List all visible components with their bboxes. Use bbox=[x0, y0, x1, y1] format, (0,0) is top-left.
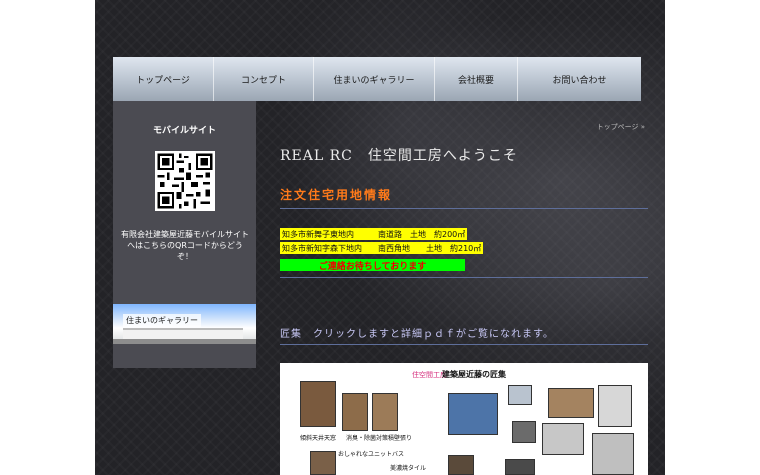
photo-thumb bbox=[505, 459, 535, 475]
divider bbox=[280, 208, 648, 209]
photo-interior bbox=[548, 388, 594, 418]
land-item[interactable]: 知多市新知字森下地内 南西角地 土地 約210㎡ bbox=[280, 242, 484, 254]
nav-company[interactable]: 会社概要 bbox=[435, 57, 518, 101]
caption: おしゃれなユニットバス bbox=[338, 451, 405, 458]
nav-top[interactable]: トップページ bbox=[113, 57, 214, 101]
divider bbox=[280, 344, 648, 345]
qr-code-graphic bbox=[155, 151, 215, 211]
contact-notice: ご連絡お待ちしております bbox=[280, 259, 465, 272]
photo-house bbox=[598, 385, 632, 427]
photo-thumb bbox=[512, 421, 536, 443]
photo-tile bbox=[448, 455, 474, 475]
photo-room bbox=[372, 393, 398, 431]
takumi-heading: 匠集 クリックしますと詳細ｐｄｆがご覧になれます。 bbox=[280, 329, 554, 340]
page-title: REAL RC 住空間工房へようこそ bbox=[280, 148, 518, 164]
photo-bath bbox=[310, 451, 336, 475]
land-info-heading: 注文住宅用地情報 bbox=[280, 188, 393, 202]
photo-skylight bbox=[300, 381, 336, 427]
photo-house bbox=[592, 433, 634, 475]
gallery-banner[interactable]: 住まいのギャラリー bbox=[113, 304, 256, 344]
nav-gallery[interactable]: 住まいのギャラリー bbox=[314, 57, 435, 101]
caption: 消臭・除菌対策積壁張り bbox=[346, 435, 413, 442]
photo-room bbox=[342, 393, 368, 431]
divider bbox=[280, 277, 648, 278]
sidebar: モバイルサイト 有限会社建築屋近藤モバイルサイトへはこちらのQRコードからどうぞ… bbox=[113, 101, 256, 368]
photo-house-exterior bbox=[448, 393, 498, 435]
caption: 美濃焼タイル bbox=[390, 465, 427, 472]
ground-image bbox=[113, 339, 256, 344]
sidebar-title: モバイルサイト bbox=[152, 126, 216, 136]
main-nav: トップページ コンセプト 住まいのギャラリー 会社概要 お問い合わせ bbox=[113, 57, 641, 101]
gallery-banner-label: 住まいのギャラリー bbox=[123, 314, 201, 327]
breadcrumb[interactable]: トップページ » bbox=[597, 122, 645, 132]
photo-interior bbox=[542, 423, 584, 455]
mobile-site-description: 有限会社建築屋近藤モバイルサイトへはこちらのQRコードからどうぞ！ bbox=[121, 230, 249, 261]
nav-concept[interactable]: コンセプト bbox=[214, 57, 314, 101]
land-item[interactable]: 知多市新舞子東地内 南道路 土地 約200㎡ bbox=[280, 228, 468, 240]
takumi-pdf-link[interactable]: 住空間工房 建築屋近藤の匠集 傾斜天井天窓 消臭・除菌対策積壁張り おしゃれなユ… bbox=[280, 363, 648, 475]
qr-code[interactable] bbox=[155, 151, 215, 211]
caption: 傾斜天井天窓 bbox=[300, 435, 337, 442]
page-container: トップページ コンセプト 住まいのギャラリー 会社概要 お問い合わせ モバイルサ… bbox=[95, 0, 665, 475]
nav-contact[interactable]: お問い合わせ bbox=[518, 57, 641, 101]
photo-thumb bbox=[508, 385, 532, 405]
pdf-title: 建築屋近藤の匠集 bbox=[442, 370, 506, 379]
